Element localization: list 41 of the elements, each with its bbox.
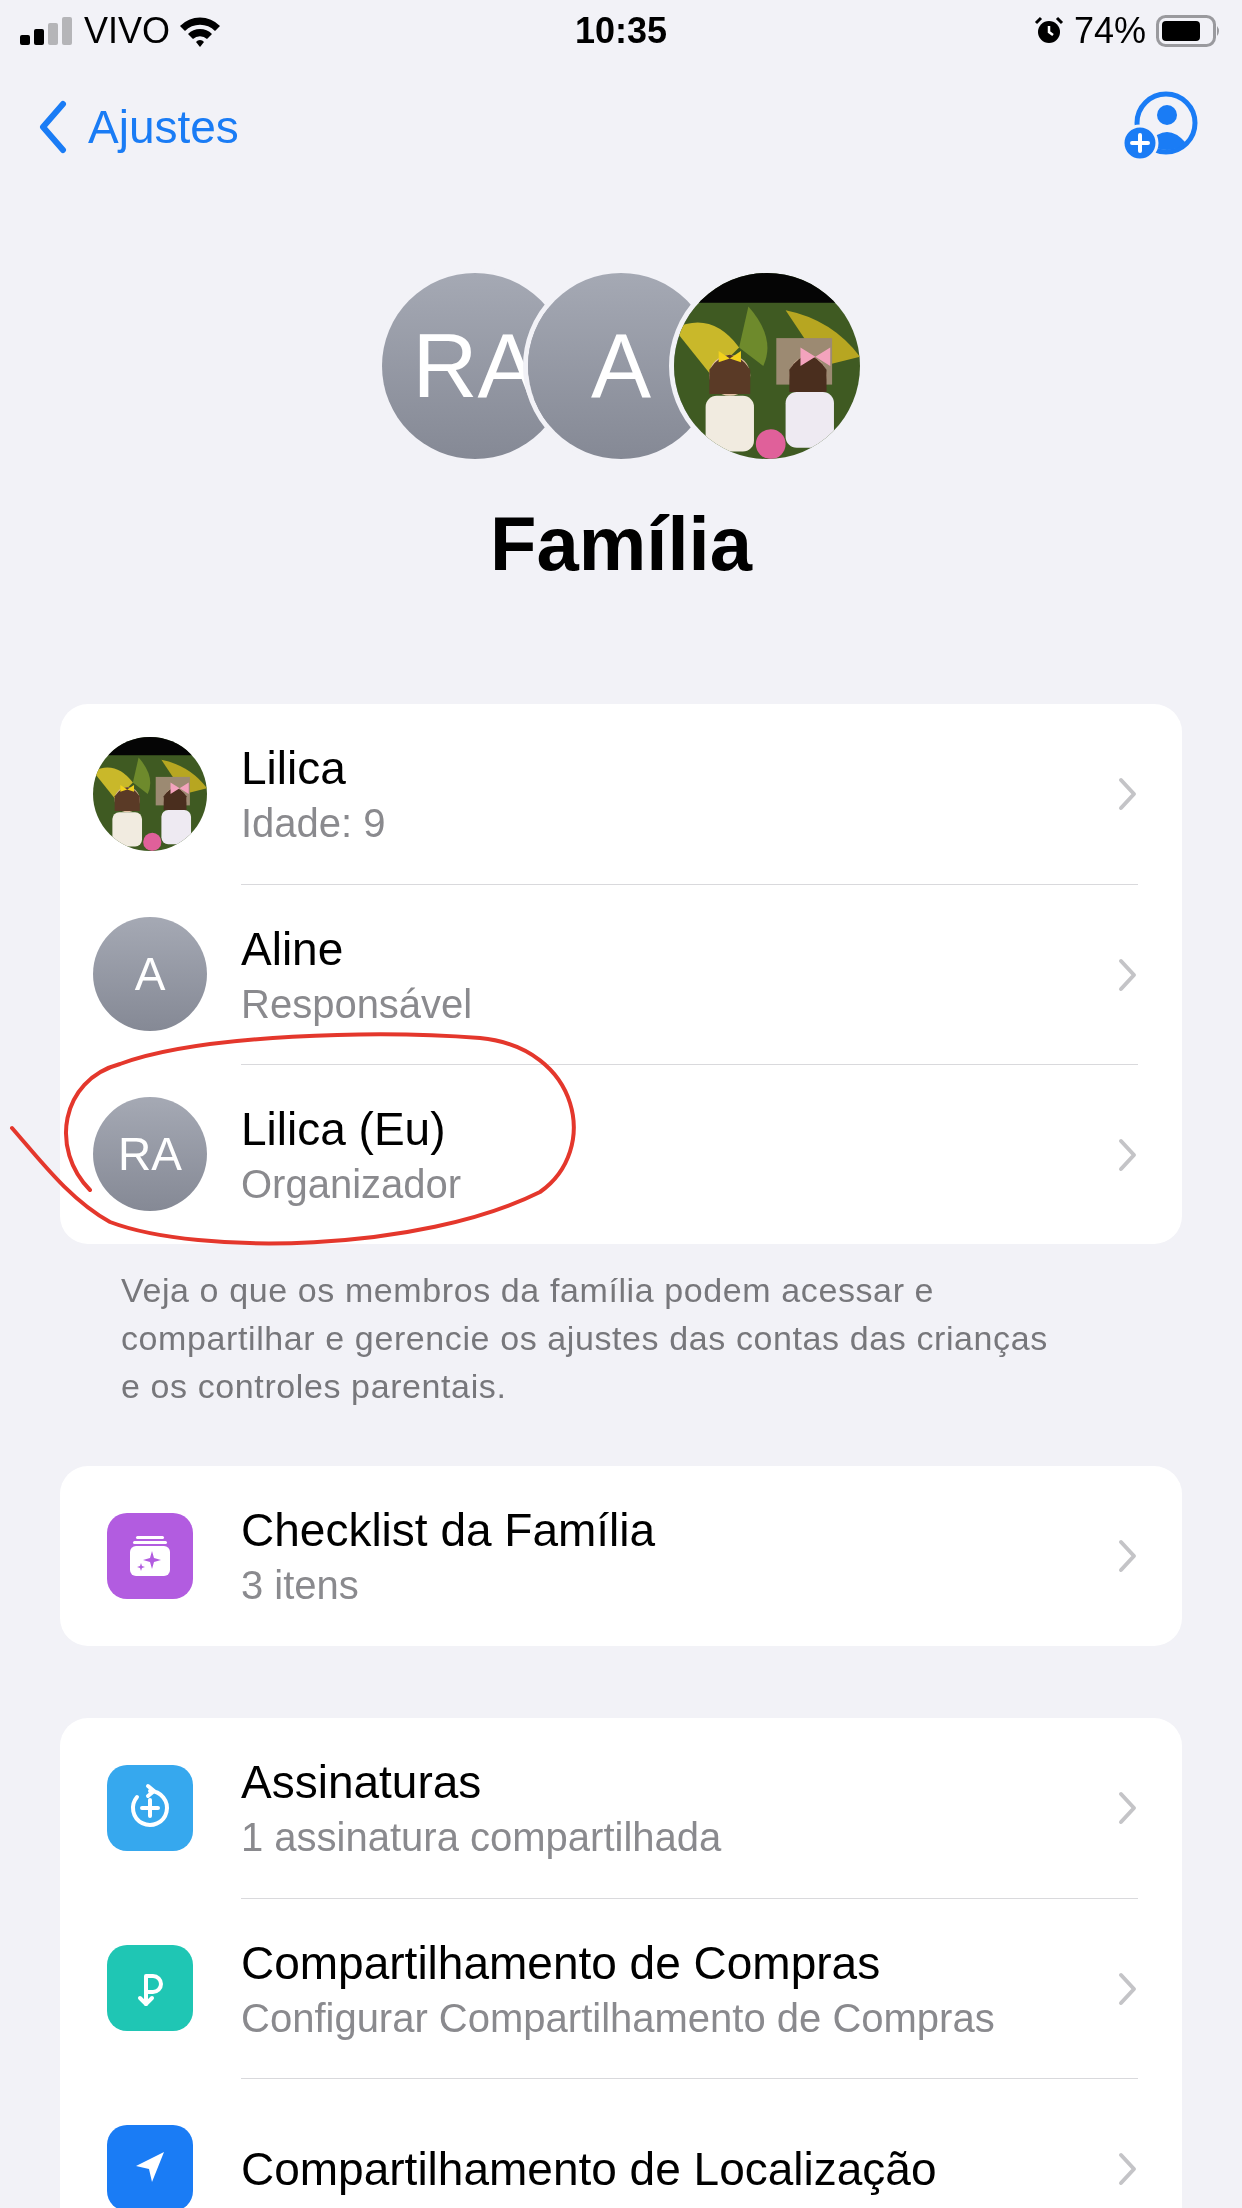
purchase-sharing-icon <box>107 1945 193 2031</box>
chevron-icon <box>1118 777 1138 811</box>
alarm-icon <box>1033 16 1064 46</box>
subscription-icon <box>107 1765 193 1851</box>
member-name: Aline <box>241 921 345 977</box>
row-title: Compartilhamento de Localização <box>241 2141 938 2197</box>
settings-row[interactable]: Compartilhamento de Localização <box>60 2078 1182 2208</box>
chevron-icon <box>1118 1971 1138 2006</box>
battery-percent: 74% <box>1073 9 1146 53</box>
chevron-icon <box>1118 1539 1138 1573</box>
settings-row[interactable]: Checklist da Família 3 itens <box>60 1466 1182 1646</box>
row-title: Assinaturas <box>241 1755 483 1810</box>
settings-row[interactable]: Compartilhamento de Compras Configurar Compartilhamento de Compras <box>60 1898 1182 2078</box>
page-title: Família <box>490 506 752 582</box>
battery-icon <box>1156 15 1222 47</box>
row-subtitle: 3 itens <box>241 1562 360 1609</box>
avatar: A <box>93 917 207 1031</box>
row-title: Compartilhamento de Compras <box>241 1935 882 1991</box>
row-subtitle: Configurar Compartilhamento de Compras <box>241 1994 996 2042</box>
chevron-icon <box>1118 1137 1138 1172</box>
checklist-icon <box>107 1513 193 1599</box>
carrier-name: VIVO <box>84 9 171 53</box>
row-subtitle: 1 assinatura compartilhada <box>241 1814 723 1861</box>
member-name: Lilica (Eu) <box>241 1101 447 1157</box>
status-time: 10:35 <box>574 9 668 53</box>
row-title: Checklist da Família <box>241 1503 657 1558</box>
chevron-icon <box>1118 1791 1138 1825</box>
chevron-icon <box>1118 957 1138 992</box>
avatar: RA <box>93 1097 207 1211</box>
member-row[interactable]: Lilica Idade: 9 <box>60 704 1182 884</box>
member-role: Responsável <box>241 980 474 1028</box>
chevron-icon <box>1118 2151 1138 2186</box>
member-row[interactable]: RA Lilica (Eu) Organizador <box>60 1064 1182 1244</box>
member-role: Organizador <box>241 1160 463 1208</box>
member-role: Idade: 9 <box>241 800 387 847</box>
back-button[interactable]: Ajustes <box>38 92 239 162</box>
member-row[interactable]: A Aline Responsável <box>60 884 1182 1064</box>
family-note: Veja o que os membros da família podem acessar e compartilhar e gerencie os ajustes das contas das crianças e os controles parentais. <box>121 1270 1049 1407</box>
member-name: Lilica <box>241 741 347 796</box>
back-chevron-icon <box>38 100 68 154</box>
settings-row[interactable]: Assinaturas 1 assinatura compartilhada <box>60 1718 1182 1898</box>
